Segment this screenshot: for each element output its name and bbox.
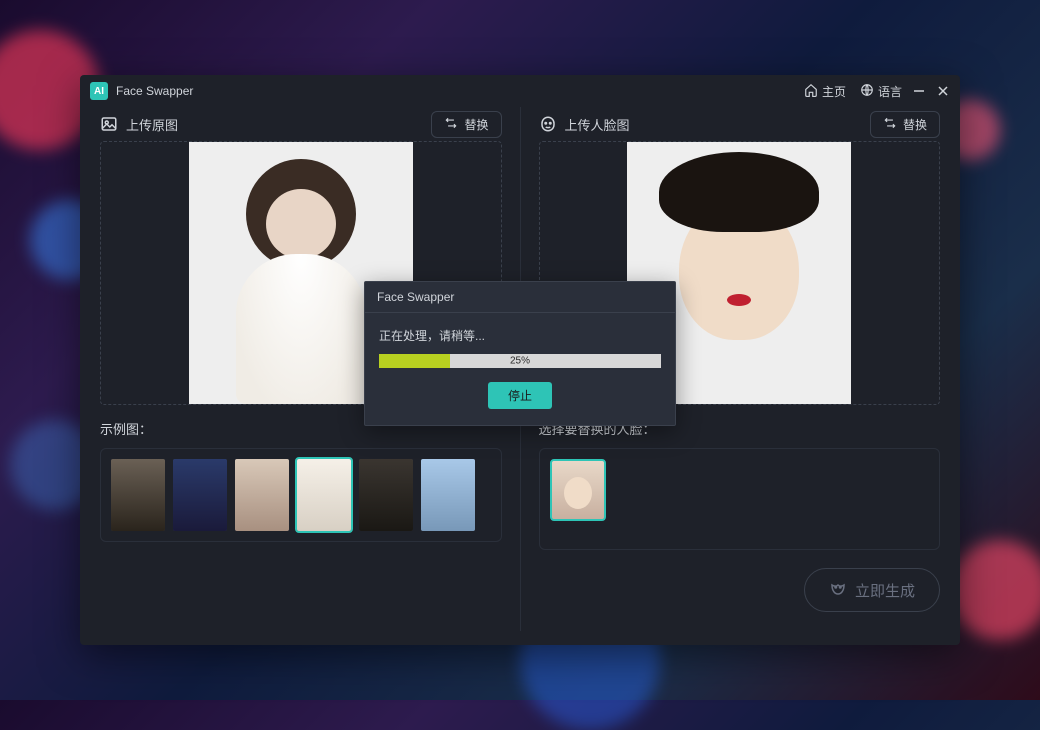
- face-title: 上传人脸图: [565, 115, 630, 134]
- dialog-title: Face Swapper: [365, 282, 675, 313]
- example-2[interactable]: [173, 459, 227, 531]
- face-panel-header: 上传人脸图 替换: [539, 107, 941, 141]
- dialog-message: 正在处理，请稍等...: [379, 327, 661, 344]
- example-6[interactable]: [421, 459, 475, 531]
- progress-dialog: Face Swapper 正在处理，请稍等... 25% 停止: [364, 281, 676, 426]
- home-icon: [804, 83, 818, 100]
- language-label: 语言: [878, 83, 902, 100]
- mask-icon: [829, 579, 847, 601]
- source-swap-label: 替换: [464, 116, 488, 133]
- face-icon: [539, 115, 557, 133]
- app-icon: AI: [90, 82, 108, 100]
- generate-button[interactable]: 立即生成: [804, 568, 940, 612]
- face-swap-label: 替换: [903, 116, 927, 133]
- globe-icon: [860, 83, 874, 100]
- progress-bar: 25%: [379, 354, 661, 368]
- example-thumbnails: [100, 448, 502, 542]
- progress-fill: [379, 354, 450, 368]
- swap-icon: [444, 116, 458, 133]
- progress-percent: 25%: [510, 356, 530, 367]
- face-swap-button[interactable]: 替换: [870, 111, 940, 138]
- home-button[interactable]: 主页: [804, 83, 846, 100]
- detected-face-1[interactable]: [550, 459, 606, 521]
- source-title: 上传原图: [126, 115, 178, 134]
- app-title: Face Swapper: [116, 84, 193, 98]
- swap-icon: [883, 116, 897, 133]
- stop-button[interactable]: 停止: [488, 382, 552, 409]
- home-label: 主页: [822, 83, 846, 100]
- generate-label: 立即生成: [855, 580, 915, 601]
- image-icon: [100, 115, 118, 133]
- example-1[interactable]: [111, 459, 165, 531]
- example-3[interactable]: [235, 459, 289, 531]
- example-5[interactable]: [359, 459, 413, 531]
- detected-faces: [539, 448, 941, 550]
- titlebar: AI Face Swapper 主页 语言: [80, 75, 960, 107]
- close-button[interactable]: [936, 84, 950, 98]
- example-4[interactable]: [297, 459, 351, 531]
- source-panel-header: 上传原图 替换: [100, 107, 502, 141]
- minimize-button[interactable]: [912, 84, 926, 98]
- language-button[interactable]: 语言: [860, 83, 902, 100]
- source-swap-button[interactable]: 替换: [431, 111, 501, 138]
